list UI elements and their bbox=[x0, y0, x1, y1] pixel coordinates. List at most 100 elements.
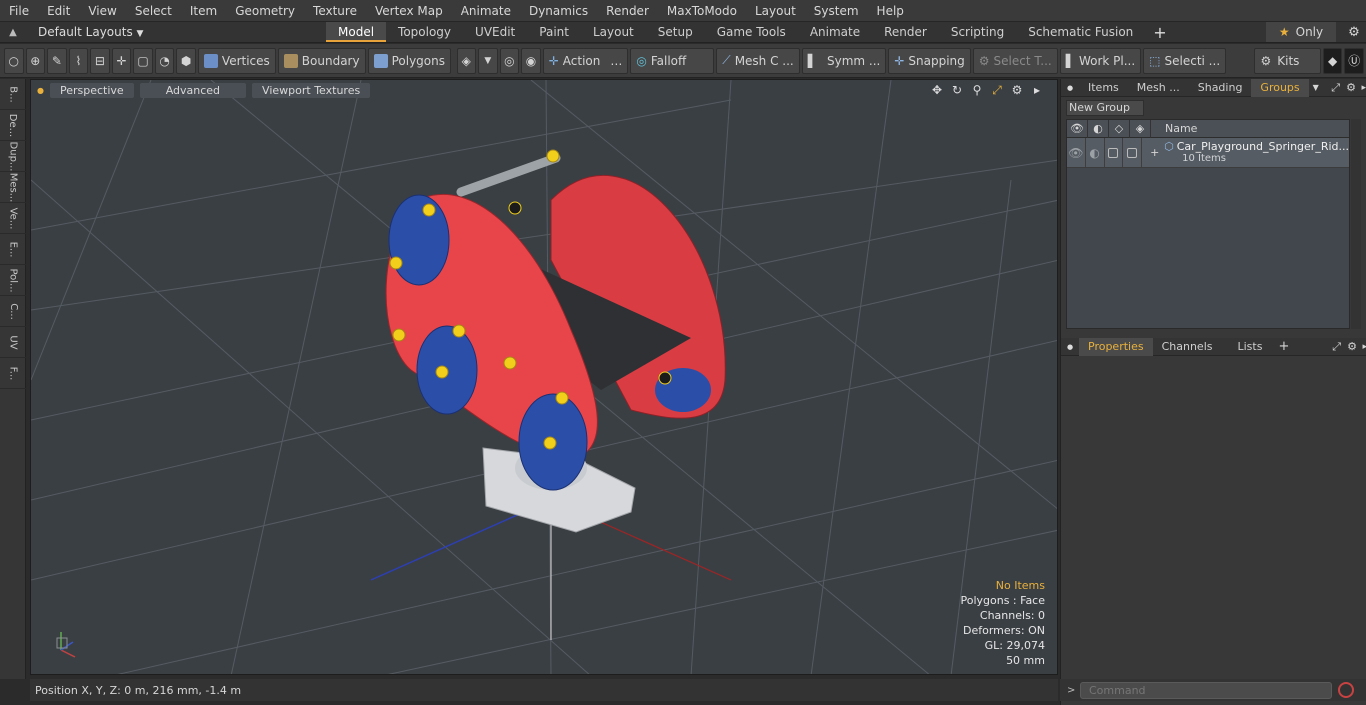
viewport-textures-button[interactable]: Viewport Textures bbox=[252, 82, 371, 98]
kits-button[interactable]: ⚙ Kits bbox=[1254, 47, 1321, 74]
chevron-down-icon[interactable]: ▼ bbox=[1313, 83, 1319, 92]
left-tab-edge[interactable]: E... bbox=[0, 234, 26, 265]
tab-layout[interactable]: Layout bbox=[581, 22, 646, 42]
left-tab-polygon[interactable]: Pol... bbox=[0, 265, 26, 296]
tab-lists[interactable]: Lists bbox=[1222, 338, 1279, 356]
render-column-icon[interactable]: ◐ bbox=[1088, 119, 1109, 138]
align-icon[interactable]: ⊟ bbox=[90, 47, 110, 74]
only-toggle[interactable]: ★ Only bbox=[1266, 22, 1336, 42]
menu-vertex-map[interactable]: Vertex Map bbox=[366, 0, 452, 22]
tab-uvedit[interactable]: UVEdit bbox=[463, 22, 527, 42]
viewport-menu-dot[interactable]: ● bbox=[37, 86, 44, 95]
visibility-eye-icon[interactable]: 👁 bbox=[1067, 138, 1086, 167]
fit-icon[interactable]: ⤢ bbox=[989, 82, 1005, 98]
panel-settings-icon[interactable]: ⚙ bbox=[1346, 81, 1356, 94]
menu-file[interactable]: File bbox=[0, 0, 38, 22]
polygons-button[interactable]: Polygons bbox=[367, 47, 451, 74]
expand-right-icon[interactable]: ▸ bbox=[1029, 82, 1045, 98]
default-layouts-dropdown[interactable]: Default Layouts ▼ bbox=[26, 25, 326, 39]
square-icon[interactable]: ▢ bbox=[133, 47, 153, 74]
left-tab-fusion[interactable]: F... bbox=[0, 358, 26, 389]
lock-checkbox[interactable] bbox=[1108, 147, 1119, 158]
tab-schematic-fusion[interactable]: Schematic Fusion bbox=[1016, 22, 1145, 42]
gear-icon[interactable]: ⚙ bbox=[1342, 25, 1366, 40]
chevron-down-icon[interactable]: ▼ bbox=[478, 47, 498, 74]
menu-maxtomodo[interactable]: MaxToModo bbox=[658, 0, 746, 22]
zoom-icon[interactable]: ⚲ bbox=[969, 82, 985, 98]
add-tab-icon[interactable]: + bbox=[1145, 23, 1174, 42]
left-tab-uv[interactable]: UV bbox=[0, 327, 26, 358]
brush-icon[interactable]: ⌇ bbox=[68, 47, 89, 74]
menu-edit[interactable]: Edit bbox=[38, 0, 79, 22]
group-row[interactable]: 👁 ◐ + ⬡ Car_Playground_Springer_Rid... 1… bbox=[1067, 138, 1349, 168]
snap-icon[interactable]: ◎ bbox=[499, 47, 520, 74]
select-circle-icon[interactable]: ○ bbox=[4, 47, 24, 74]
visibility-column-icon[interactable]: 👁 bbox=[1067, 119, 1088, 138]
tab-items[interactable]: Items bbox=[1079, 79, 1128, 97]
falloff-button[interactable]: ◎ Falloff bbox=[630, 47, 715, 74]
properties-expand-icon[interactable]: ▸ bbox=[1362, 342, 1366, 352]
left-tab-deform[interactable]: De... bbox=[0, 110, 26, 141]
left-tab-vertex[interactable]: Ve... bbox=[0, 203, 26, 234]
menu-animate[interactable]: Animate bbox=[452, 0, 520, 22]
menu-view[interactable]: View bbox=[79, 0, 125, 22]
new-group-button[interactable]: New Group bbox=[1066, 100, 1144, 116]
tab-channels[interactable]: Channels bbox=[1153, 338, 1222, 356]
selection-sets-button[interactable]: ⬚ Selecti ... bbox=[1143, 47, 1227, 74]
transform-icon[interactable]: ✛ bbox=[111, 47, 132, 74]
properties-dot-icon[interactable]: ● bbox=[1061, 343, 1079, 351]
viewport-settings-icon[interactable]: ⚙ bbox=[1009, 82, 1025, 98]
menu-texture[interactable]: Texture bbox=[304, 0, 366, 22]
name-column-header[interactable]: Name bbox=[1151, 122, 1197, 135]
vertices-button[interactable]: Vertices bbox=[197, 47, 276, 74]
menu-item[interactable]: Item bbox=[181, 0, 226, 22]
pan-icon[interactable]: ✥ bbox=[929, 82, 945, 98]
command-input[interactable] bbox=[1080, 681, 1332, 699]
rotate-icon[interactable]: ◔ bbox=[154, 47, 175, 74]
unity-icon[interactable]: ◆ bbox=[1322, 47, 1343, 74]
menu-help[interactable]: Help bbox=[868, 0, 913, 22]
select-checkbox[interactable] bbox=[1127, 147, 1138, 158]
maximize-icon[interactable]: ⤢ bbox=[1331, 81, 1340, 95]
mesh-constraint-button[interactable]: ⟋ Mesh C ... bbox=[716, 47, 800, 74]
tab-model[interactable]: Model bbox=[326, 22, 387, 42]
tab-scripting[interactable]: Scripting bbox=[939, 22, 1016, 42]
menu-render[interactable]: Render bbox=[597, 0, 658, 22]
boundary-button[interactable]: Boundary bbox=[277, 47, 366, 74]
sym-icon[interactable]: ◉ bbox=[521, 47, 541, 74]
tab-paint[interactable]: Paint bbox=[527, 22, 581, 42]
symmetry-button[interactable]: ▌ Symm ... bbox=[801, 47, 887, 74]
tab-animate[interactable]: Animate bbox=[798, 22, 872, 42]
left-tab-basic[interactable]: B... bbox=[0, 79, 26, 110]
tab-game-tools[interactable]: Game Tools bbox=[705, 22, 798, 42]
menu-dynamics[interactable]: Dynamics bbox=[520, 0, 597, 22]
render-toggle-icon[interactable]: ◐ bbox=[1086, 138, 1105, 167]
left-tab-mesh-edit[interactable]: Mes... bbox=[0, 172, 26, 203]
menu-select[interactable]: Select bbox=[126, 0, 181, 22]
add-properties-tab-icon[interactable]: + bbox=[1278, 339, 1289, 354]
record-icon[interactable] bbox=[1338, 682, 1354, 698]
select-through-button[interactable]: ⚙ Select T... bbox=[972, 47, 1058, 74]
work-plane-button[interactable]: ▌ Work Pl... bbox=[1059, 47, 1142, 74]
cube-icon[interactable]: ◈ bbox=[456, 47, 477, 74]
tab-shading[interactable]: Shading bbox=[1189, 79, 1252, 97]
properties-settings-icon[interactable]: ⚙ bbox=[1347, 340, 1357, 353]
3d-viewport[interactable]: ● Perspective Advanced Viewport Textures… bbox=[30, 79, 1058, 675]
menu-layout[interactable]: Layout bbox=[746, 0, 805, 22]
orbit-icon[interactable]: ↻ bbox=[949, 82, 965, 98]
panel-expand-icon[interactable]: ▸ bbox=[1361, 83, 1366, 93]
tab-setup[interactable]: Setup bbox=[646, 22, 705, 42]
pen-icon[interactable]: ✎ bbox=[47, 47, 67, 74]
tab-mesh[interactable]: Mesh ... bbox=[1128, 79, 1189, 97]
perspective-button[interactable]: Perspective bbox=[49, 82, 134, 98]
lock-column-icon[interactable]: ◇ bbox=[1109, 119, 1130, 138]
tab-topology[interactable]: Topology bbox=[386, 22, 463, 42]
tab-render[interactable]: Render bbox=[872, 22, 939, 42]
globe-icon[interactable]: ⊕ bbox=[25, 47, 46, 74]
shield-icon[interactable]: ⬢ bbox=[176, 47, 196, 74]
snapping-button[interactable]: ✛ Snapping bbox=[888, 47, 971, 74]
layout-expand-icon[interactable]: ▲ bbox=[0, 27, 26, 38]
unreal-icon[interactable]: Ⓤ bbox=[1344, 47, 1364, 74]
properties-maximize-icon[interactable]: ⤢ bbox=[1332, 340, 1341, 354]
list-scrollbar[interactable] bbox=[1351, 119, 1361, 329]
